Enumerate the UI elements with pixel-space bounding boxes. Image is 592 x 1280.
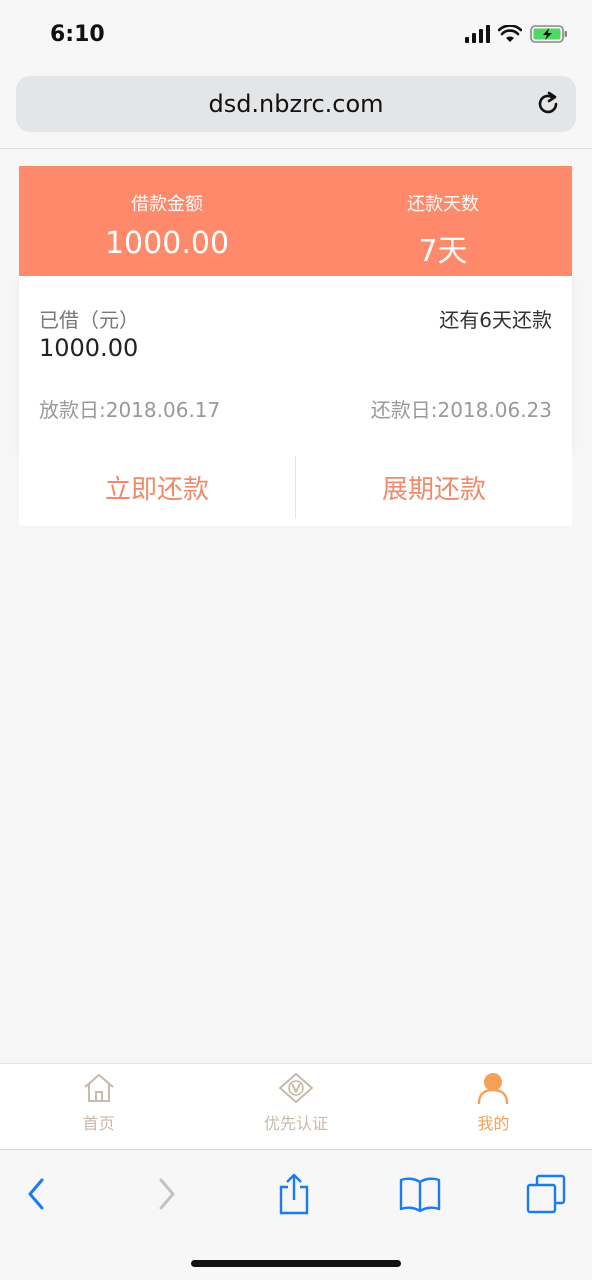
book-icon <box>399 1177 441 1213</box>
share-button[interactable] <box>272 1172 316 1216</box>
tab-mine-label: 我的 <box>477 1114 510 1133</box>
browser-address-area: dsd.nbzrc.com <box>0 72 592 149</box>
loan-summary-header: 借款金额 1000.00 还款天数 7天 <box>19 166 572 276</box>
extend-repay-button[interactable]: 展期还款 <box>296 448 572 526</box>
tab-priority-auth-label: 优先认证 <box>263 1114 328 1133</box>
action-row: 立即还款 展期还款 <box>19 448 572 526</box>
loan-date: 放款日:2018.06.17 <box>39 398 221 422</box>
loan-amount-block: 借款金额 1000.00 <box>29 166 305 261</box>
tab-mine[interactable]: 我的 <box>395 1064 592 1149</box>
vip-icon <box>278 1073 313 1103</box>
share-icon <box>279 1173 309 1215</box>
loan-days-label: 还款天数 <box>407 194 479 215</box>
loan-detail-card: 已借（元） 1000.00 还有6天还款 放款日:2018.06.17 还款日:… <box>19 276 572 448</box>
tab-home-label: 首页 <box>82 1114 115 1133</box>
reload-icon[interactable] <box>534 90 562 118</box>
bookmarks-button[interactable] <box>398 1172 442 1216</box>
tab-bar: 首页 优先认证 我的 <box>0 1063 592 1149</box>
status-icons <box>465 24 568 44</box>
signal-icon <box>465 25 490 43</box>
loan-days-value: 7天 <box>418 234 468 269</box>
loan-days-block: 还款天数 7天 <box>305 166 581 270</box>
forward-button[interactable] <box>145 1172 189 1216</box>
borrowed-amount: 1000.00 <box>39 334 139 362</box>
repay-date: 还款日:2018.06.23 <box>370 398 552 422</box>
url-text: dsd.nbzrc.com <box>208 90 384 118</box>
status-bar: 6:10 <box>0 0 592 72</box>
status-time: 6:10 <box>50 22 105 47</box>
tab-home[interactable]: 首页 <box>0 1064 197 1149</box>
loan-amount-label: 借款金额 <box>131 194 203 215</box>
chevron-left-icon <box>28 1178 44 1210</box>
chevron-right-icon <box>159 1178 175 1210</box>
wifi-icon <box>498 25 522 42</box>
user-icon <box>478 1073 509 1104</box>
browser-toolbar <box>0 1149 592 1280</box>
loan-amount-value: 1000.00 <box>104 226 230 261</box>
tabs-icon <box>526 1174 566 1214</box>
borrowed-label: 已借（元） <box>39 308 139 332</box>
back-button[interactable] <box>14 1172 58 1216</box>
battery-icon <box>530 25 567 43</box>
tab-priority-auth[interactable]: 优先认证 <box>197 1064 394 1149</box>
repay-now-button[interactable]: 立即还款 <box>19 448 295 526</box>
url-bar[interactable]: dsd.nbzrc.com <box>16 76 576 132</box>
tabs-button[interactable] <box>524 1172 568 1216</box>
remaining-days-text: 还有6天还款 <box>439 308 552 332</box>
home-icon <box>84 1074 114 1102</box>
home-indicator <box>191 1260 401 1267</box>
